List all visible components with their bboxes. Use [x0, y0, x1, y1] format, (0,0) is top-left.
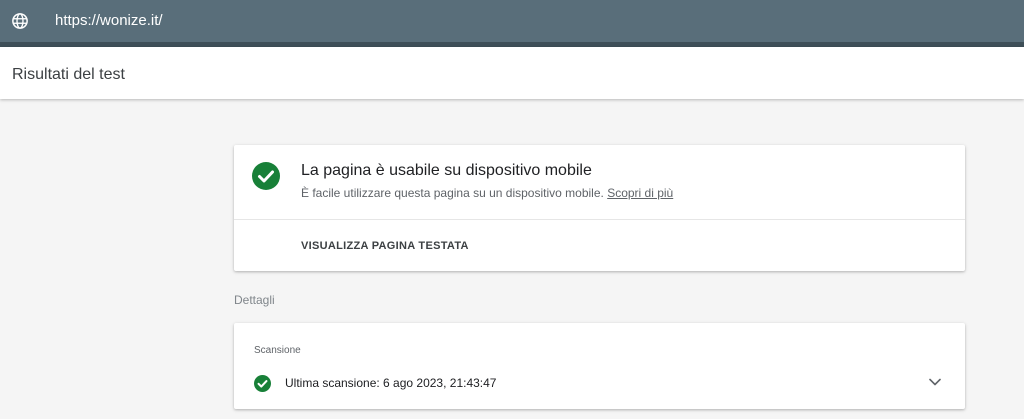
last-scan-text: Ultima scansione: 6 ago 2023, 21:43:47	[285, 376, 497, 390]
page-title: Risultati del test	[12, 66, 125, 83]
tested-url: https://wonize.it/	[55, 12, 163, 29]
top-bar: https://wonize.it/	[0, 0, 1024, 42]
view-tested-page-button[interactable]: VISUALIZZA PAGINA TESTATA	[301, 239, 469, 253]
learn-more-link[interactable]: Scopri di più	[607, 186, 673, 200]
card-divider	[234, 219, 965, 220]
globe-icon	[12, 13, 28, 29]
page-header: Risultati del test	[0, 47, 1024, 99]
result-subtitle: È facile utilizzare questa pagina su un …	[301, 185, 673, 201]
details-section-label: Dettagli	[234, 293, 275, 307]
result-title: La pagina è usabile su dispositivo mobil…	[301, 162, 592, 179]
result-card: La pagina è usabile su dispositivo mobil…	[234, 145, 965, 271]
details-card: Scansione Ultima scansione: 6 ago 2023, …	[234, 323, 965, 409]
chevron-down-icon[interactable]	[928, 377, 942, 387]
check-circle-icon	[254, 375, 271, 392]
result-subtitle-text: È facile utilizzare questa pagina su un …	[301, 186, 604, 200]
check-circle-icon	[252, 162, 280, 190]
scan-label: Scansione	[254, 345, 301, 356]
